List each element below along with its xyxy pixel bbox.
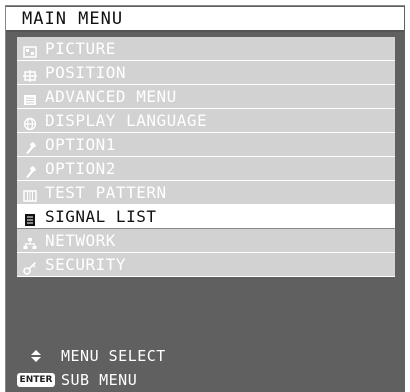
screen-frame: MAIN MENU PICTURE POSITION ADVANCED MENU… (0, 0, 410, 392)
signal-list-icon (23, 210, 37, 226)
footer-help: MENU SELECT ENTER SUB MENU (16, 344, 397, 392)
menu-item-label: TEST PATTERN (45, 182, 167, 202)
footer-select-label: MENU SELECT (61, 347, 166, 365)
network-icon (23, 234, 37, 249)
menu-item-network[interactable]: NETWORK (17, 229, 395, 253)
footer-sub-menu: ENTER SUB MENU (16, 368, 397, 392)
test-pattern-icon (23, 186, 37, 202)
menu-item-display-language[interactable]: DISPLAY LANGUAGE (17, 109, 395, 133)
main-menu-title: MAIN MENU (6, 7, 404, 32)
up-down-arrows-icon (17, 349, 55, 363)
menu-item-signal-list[interactable]: SIGNAL LIST (17, 205, 395, 229)
menu-item-label: DISPLAY LANGUAGE (45, 110, 208, 130)
menu-item-label: OPTION1 (45, 134, 116, 154)
menu-item-label: PICTURE (45, 38, 116, 58)
menu-item-label: OPTION2 (45, 158, 116, 178)
menu-item-security[interactable]: SECURITY (17, 253, 395, 277)
footer-menu-select: MENU SELECT (17, 344, 397, 368)
wrench-icon (23, 162, 37, 178)
menu-item-option1[interactable]: OPTION1 (17, 133, 395, 157)
enter-key-label: ENTER (16, 373, 56, 387)
advanced-menu-icon (23, 90, 37, 105)
menu-item-option2[interactable]: OPTION2 (17, 157, 395, 181)
menu-item-label: SIGNAL LIST (45, 206, 157, 226)
menu-item-position[interactable]: POSITION (17, 61, 395, 85)
position-icon (23, 66, 37, 82)
globe-icon (23, 114, 37, 130)
main-menu-list: PICTURE POSITION ADVANCED MENU DISPLAY L… (17, 37, 395, 277)
key-icon (23, 258, 37, 275)
menu-item-test-pattern[interactable]: TEST PATTERN (17, 181, 395, 205)
menu-item-label: SECURITY (45, 254, 127, 274)
menu-item-advanced-menu[interactable]: ADVANCED MENU (17, 85, 395, 109)
menu-item-label: POSITION (45, 62, 127, 82)
enter-key-icon: ENTER (16, 373, 56, 387)
picture-icon (23, 42, 37, 58)
wrench-icon (23, 138, 37, 154)
footer-enter-label: SUB MENU (61, 371, 138, 389)
menu-item-picture[interactable]: PICTURE (17, 37, 395, 61)
menu-item-label: ADVANCED MENU (45, 86, 177, 106)
menu-item-label: NETWORK (45, 230, 116, 250)
